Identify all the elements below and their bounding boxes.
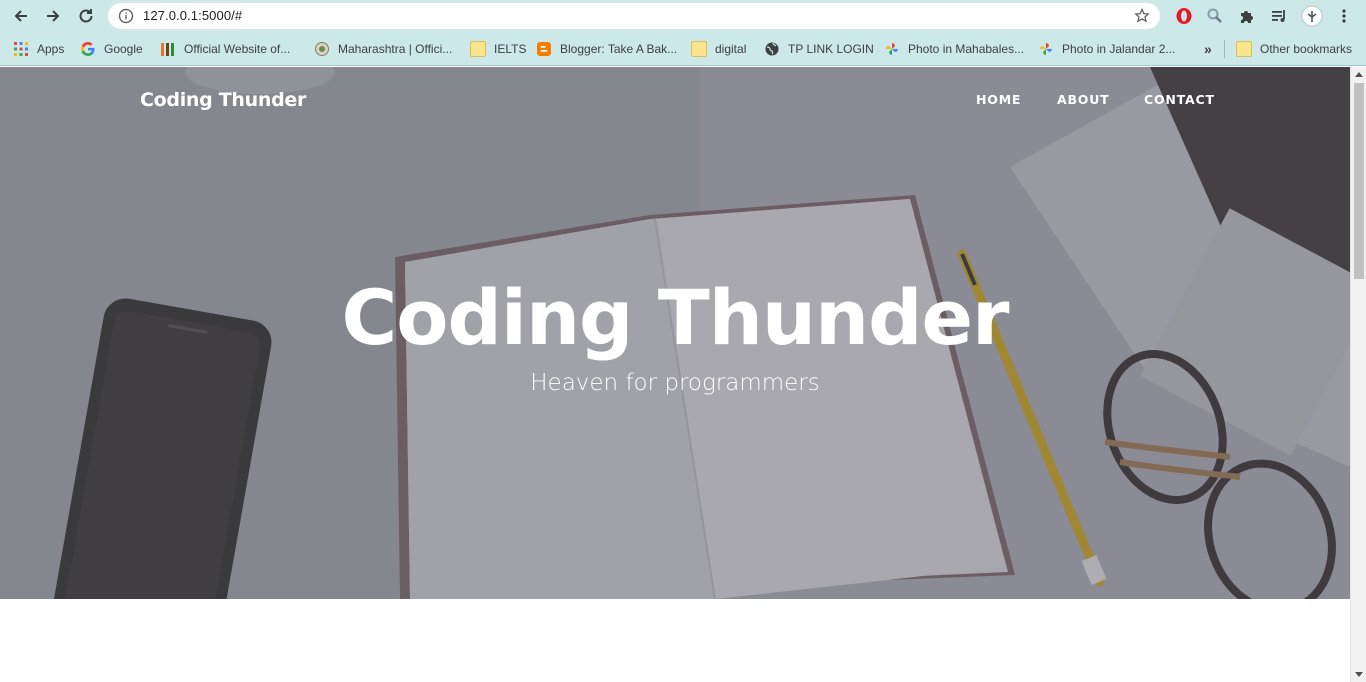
photos-icon xyxy=(1040,43,1052,55)
bookmark-label: Photo in Mahabales... xyxy=(908,42,1025,56)
bookmark-label: Other bookmarks xyxy=(1260,42,1353,56)
reload-icon xyxy=(79,9,93,23)
hero-title: Coding Thunder xyxy=(341,273,1010,362)
arrow-right-icon xyxy=(47,10,60,22)
apps-grid-icon xyxy=(14,42,28,56)
bookmark-label: TP LINK LOGIN xyxy=(788,42,874,56)
bookmark-google[interactable]: Google xyxy=(80,40,143,58)
opera-icon xyxy=(1176,8,1192,24)
browser-menu-button[interactable] xyxy=(1333,5,1355,27)
folder-icon xyxy=(1236,41,1252,57)
site-favicon-icon xyxy=(161,43,174,56)
hero-header: Coding Thunder HOME ABOUT CONTACT Coding… xyxy=(0,67,1350,599)
bookmark-label: Official Website of... xyxy=(184,42,291,56)
emblem-icon xyxy=(315,42,329,56)
bookmark-apps[interactable]: Apps xyxy=(13,40,64,58)
bookmark-label: Google xyxy=(104,42,143,56)
arrow-left-icon xyxy=(14,10,27,22)
hero-subtitle: Heaven for programmers xyxy=(530,370,820,396)
google-icon xyxy=(81,42,95,56)
triangle-up-icon xyxy=(1355,72,1363,77)
bookmark-label: Blogger: Take A Bak... xyxy=(560,42,678,56)
scroll-up-arrow[interactable] xyxy=(1351,67,1366,81)
info-icon[interactable] xyxy=(118,8,134,24)
bookmark-label: Apps xyxy=(37,42,65,56)
profile-avatar-button[interactable] xyxy=(1301,5,1323,27)
bookmark-photo-jalandar[interactable]: Photo in Jalandar 2... xyxy=(1038,40,1175,58)
page-viewport: Coding Thunder HOME ABOUT CONTACT Coding… xyxy=(0,67,1350,682)
bookmarks-bar: Apps Google Official Website of... Mahar… xyxy=(0,32,1366,66)
bookmarks-overflow-button[interactable]: » xyxy=(1204,40,1212,58)
address-bar[interactable]: 127.0.0.1:5000/# xyxy=(108,3,1160,29)
media-controls-button[interactable] xyxy=(1268,5,1290,27)
navbar-brand-link[interactable]: Coding Thunder xyxy=(140,89,306,111)
scroll-thumb[interactable] xyxy=(1354,83,1364,279)
playlist-icon xyxy=(1272,10,1285,22)
bookmark-other-bookmarks[interactable]: Other bookmarks xyxy=(1236,40,1352,58)
magnifier-extension-icon xyxy=(1207,8,1222,23)
nav-home-link[interactable]: HOME xyxy=(976,92,1021,107)
puzzle-icon xyxy=(1241,11,1253,23)
bookmark-tp-link-login[interactable]: TP LINK LOGIN xyxy=(764,40,874,58)
chevron-double-right-icon: » xyxy=(1204,41,1212,57)
blogger-icon xyxy=(537,42,551,56)
bookmark-maharashtra[interactable]: Maharashtra | Offici... xyxy=(314,40,452,58)
url-text[interactable]: 127.0.0.1:5000/# xyxy=(143,8,242,23)
bookmark-label: IELTS xyxy=(494,42,527,56)
avatar-icon xyxy=(1301,5,1323,27)
bookmark-ielts[interactable]: IELTS xyxy=(470,40,526,58)
back-button[interactable] xyxy=(9,4,33,28)
bookmarks-divider xyxy=(1224,40,1225,58)
bookmark-label: digital xyxy=(715,42,747,56)
bookmark-blogger[interactable]: Blogger: Take A Bak... xyxy=(536,40,677,58)
nav-about-link[interactable]: ABOUT xyxy=(1057,92,1110,107)
folder-icon xyxy=(470,41,486,57)
reload-button[interactable] xyxy=(74,4,98,28)
bookmark-photo-mahabaleshwar[interactable]: Photo in Mahabales... xyxy=(884,40,1024,58)
kebab-menu-icon xyxy=(1342,9,1346,23)
triangle-down-icon xyxy=(1355,672,1363,677)
browser-toolbar: 127.0.0.1:5000/# xyxy=(0,0,1366,32)
bookmark-label: Maharashtra | Offici... xyxy=(338,42,453,56)
forward-button[interactable] xyxy=(41,4,65,28)
page-scrollbar[interactable] xyxy=(1350,67,1366,682)
bookmark-star-button[interactable] xyxy=(1132,6,1152,26)
globe-icon xyxy=(765,42,779,56)
bookmark-official-website[interactable]: Official Website of... xyxy=(160,40,290,58)
star-icon xyxy=(1134,8,1150,23)
scroll-down-arrow[interactable] xyxy=(1351,668,1366,682)
nav-contact-link[interactable]: CONTACT xyxy=(1144,92,1215,107)
bookmark-label: Photo in Jalandar 2... xyxy=(1062,42,1176,56)
extensions-button[interactable] xyxy=(1236,5,1258,27)
search-extension-button[interactable] xyxy=(1204,5,1226,27)
photos-icon xyxy=(886,43,898,55)
bookmark-digital[interactable]: digital xyxy=(691,40,746,58)
opera-extension-button[interactable] xyxy=(1173,5,1195,27)
folder-icon xyxy=(691,41,707,57)
